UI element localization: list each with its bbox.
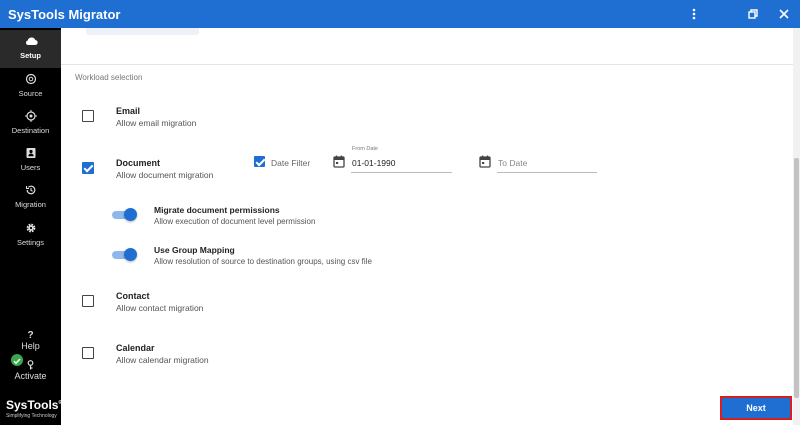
- history-icon: [25, 185, 35, 195]
- sidebar-item-destination[interactable]: Destination: [0, 105, 61, 141]
- to-date-placeholder: To Date: [498, 158, 528, 168]
- sidebar: Setup Source Destination Users Migration…: [0, 28, 63, 425]
- workload-desc-email: Allow email migration: [116, 118, 197, 128]
- source-icon: [25, 73, 36, 85]
- option-title-permissions: Migrate document permissions: [154, 205, 280, 215]
- top-card: [86, 28, 199, 35]
- sidebar-item-label: Source: [18, 89, 43, 98]
- document-checkbox[interactable]: [82, 162, 94, 174]
- gear-icon: [26, 223, 35, 233]
- sidebar-item-label: Users: [20, 163, 41, 172]
- scrollbar-thumb[interactable]: [794, 158, 799, 398]
- contact-checkbox[interactable]: [82, 295, 94, 307]
- option-desc-permissions: Allow execution of document level permis…: [154, 217, 316, 226]
- date-filter-label: Date Filter: [271, 158, 311, 168]
- option-title-group-mapping: Use Group Mapping: [154, 245, 235, 255]
- brand-name: SysTools: [6, 398, 59, 412]
- sidebar-item-source[interactable]: Source: [0, 68, 61, 104]
- date-filter-checkbox[interactable]: [254, 156, 265, 167]
- app-title: SysTools Migrator: [8, 7, 121, 22]
- section-divider: [61, 64, 793, 65]
- sidebar-item-label: Migration: [15, 200, 46, 209]
- brand-logo: SysTools® Simplifying Technology: [6, 398, 63, 419]
- help-button[interactable]: ? Help: [0, 330, 61, 351]
- next-button[interactable]: Next: [720, 396, 792, 420]
- key-icon: [0, 360, 61, 371]
- calendar-checkbox[interactable]: [82, 347, 94, 359]
- from-date-value: 01-01-1990: [352, 158, 396, 168]
- close-icon[interactable]: [769, 0, 799, 28]
- workload-title-email: Email: [116, 106, 141, 116]
- group-mapping-toggle[interactable]: [112, 248, 137, 262]
- to-date-field[interactable]: To Date: [497, 149, 597, 173]
- user-card-icon: [26, 148, 35, 158]
- cloud-icon: [25, 37, 38, 46]
- sidebar-item-settings[interactable]: Settings: [0, 217, 61, 253]
- workload-title-document: Document: [116, 158, 161, 168]
- from-date-field[interactable]: From Date 01-01-1990: [351, 146, 452, 173]
- brand-tagline: Simplifying Technology: [6, 413, 57, 419]
- migrate-permissions-toggle[interactable]: [112, 208, 137, 222]
- email-checkbox[interactable]: [82, 110, 94, 122]
- target-icon: [24, 110, 37, 122]
- help-icon: ?: [27, 330, 34, 341]
- sidebar-item-label: Settings: [16, 238, 45, 247]
- sidebar-item-setup[interactable]: Setup: [0, 30, 61, 68]
- more-vert-icon[interactable]: [679, 0, 709, 28]
- scrollbar[interactable]: [793, 28, 800, 425]
- option-desc-group-mapping: Allow resolution of source to destinatio…: [154, 257, 372, 266]
- sidebar-item-users[interactable]: Users: [0, 142, 61, 178]
- from-date-label: From Date: [352, 146, 378, 152]
- workload-title-calendar: Calendar: [116, 343, 155, 353]
- sidebar-item-label: Destination: [11, 126, 50, 135]
- workload-desc-contact: Allow contact migration: [116, 303, 204, 313]
- sidebar-item-label: Setup: [20, 51, 41, 60]
- workload-desc-document: Allow document migration: [116, 170, 214, 180]
- sidebar-item-migration[interactable]: Migration: [0, 179, 61, 215]
- section-label: Workload selection: [75, 73, 143, 82]
- restore-icon[interactable]: [738, 0, 768, 28]
- workload-desc-calendar: Allow calendar migration: [116, 355, 209, 365]
- title-bar: SysTools Migrator: [0, 0, 800, 28]
- help-label: Help: [21, 341, 40, 351]
- calendar-icon[interactable]: [333, 155, 345, 168]
- activate-label: Activate: [14, 371, 47, 381]
- activate-button[interactable]: Activate: [0, 360, 61, 381]
- workload-title-contact: Contact: [116, 291, 150, 301]
- calendar-icon[interactable]: [479, 155, 491, 168]
